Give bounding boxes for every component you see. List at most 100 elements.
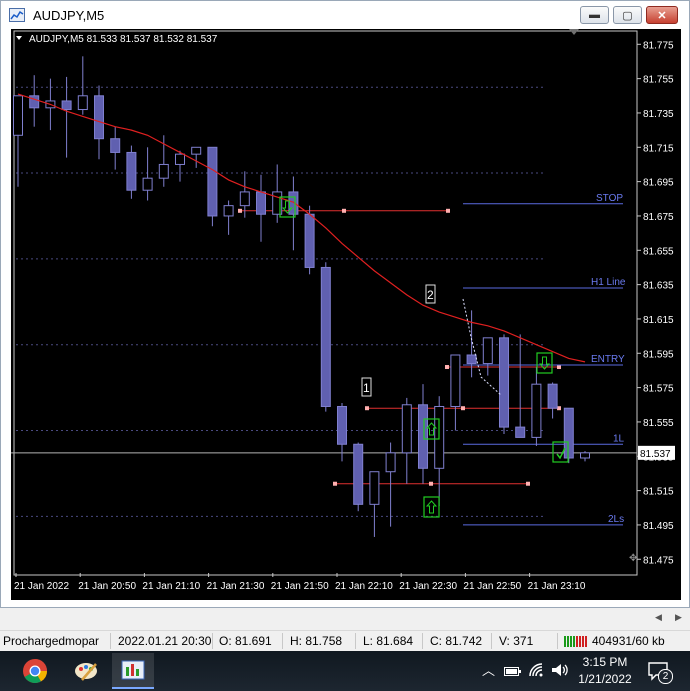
chart-background — [11, 29, 681, 600]
price-axis-label: 81.475 — [643, 555, 674, 566]
time-axis-label: 21 Jan 22:30 — [399, 581, 457, 592]
status-open: O: 81.691 — [219, 634, 272, 648]
status-volume: V: 371 — [499, 634, 534, 648]
bear-candle — [256, 191, 266, 215]
bear-candle — [288, 191, 299, 215]
bull-candle — [77, 95, 88, 111]
status-divider — [422, 633, 423, 649]
status-divider — [212, 633, 213, 649]
crosshair-icon: ✥ — [629, 553, 637, 564]
low-level-marker — [333, 481, 337, 486]
taskbar-metatrader[interactable] — [112, 653, 154, 689]
chart-window: AUDJPY,M5 ▬ ▢ ✕ 81.775 81.755 81.735 81.715… — [0, 0, 690, 608]
bull-candle — [223, 205, 234, 217]
time-axis-label: 21 Jan 21:10 — [142, 581, 200, 592]
price-axis-label: 81.655 — [643, 246, 674, 257]
clock-time: 3:15 PM — [582, 655, 628, 669]
price-axis-label: 81.635 — [643, 281, 674, 292]
time-axis-label: 21 Jan 23:10 — [528, 581, 586, 592]
bull-candle — [191, 146, 202, 155]
metatrader-icon — [121, 660, 145, 680]
bear-candle — [304, 213, 315, 268]
taskbar-chrome[interactable] — [14, 653, 56, 689]
show-hidden-icons-icon[interactable]: ︿ — [482, 660, 495, 679]
low-level-marker — [429, 481, 433, 486]
bear-candle — [320, 266, 331, 407]
time-axis-label: 21 Jan 22:50 — [463, 581, 521, 592]
maximize-button[interactable]: ▢ — [613, 6, 642, 24]
close-button[interactable]: ✕ — [646, 6, 678, 24]
battery-icon[interactable] — [504, 665, 522, 677]
bear-candle — [466, 354, 477, 365]
scroll-right-icon[interactable]: ▶ — [675, 612, 682, 623]
paint-icon — [75, 663, 97, 681]
wave-1-label: 1 — [363, 381, 370, 395]
low-level-marker — [526, 481, 530, 486]
bull-candle — [142, 177, 153, 191]
minimize-button[interactable]: ▬ — [580, 6, 609, 24]
entry-level-marker — [557, 365, 561, 370]
taskbar-paint[interactable] — [66, 653, 108, 689]
wave-2-label: 2 — [427, 288, 434, 302]
bear-candle — [337, 405, 347, 445]
bear-candle — [515, 426, 526, 438]
entry-line-label: ENTRY — [591, 354, 625, 365]
price-axis-label: 81.515 — [643, 487, 674, 498]
bear-candle — [563, 407, 574, 459]
clock-date: 1/21/2022 — [578, 672, 632, 686]
price-axis-label: 81.575 — [643, 384, 674, 395]
bear-candle — [207, 146, 218, 217]
system-clock[interactable]: 3:15 PM 1/21/2022 — [570, 654, 640, 688]
entry-level-marker — [445, 365, 449, 370]
status-profile: Prochargedmopar — [3, 634, 100, 648]
price-axis-label: 81.755 — [643, 75, 674, 86]
stop-level-marker — [342, 208, 346, 213]
status-divider — [355, 633, 356, 649]
price-axis-label: 81.715 — [643, 143, 674, 154]
bull-candle — [401, 404, 412, 454]
price-axis-label: 81.495 — [643, 521, 674, 532]
status-divider — [110, 633, 111, 649]
current-price-label: 81.537 — [640, 449, 671, 460]
bear-candle — [418, 404, 428, 469]
bull-candle — [158, 163, 169, 179]
time-axis-label: 21 Jan 20:50 — [78, 581, 136, 592]
time-axis-label: 21 Jan 2022 — [14, 581, 69, 592]
network-icon[interactable] — [528, 662, 546, 678]
chart-canvas[interactable]: 81.775 81.755 81.735 81.715 81.695 81.675 81.6… — [11, 29, 681, 600]
bull-candle — [239, 191, 250, 207]
bear-candle — [353, 443, 364, 505]
volume-icon[interactable] — [551, 663, 569, 677]
window-title: AUDJPY,M5 — [33, 8, 105, 23]
price-chart[interactable]: 81.775 81.755 81.735 81.715 81.695 81.675 81.6… — [11, 29, 681, 600]
target-level-marker — [461, 406, 465, 411]
bear-candle — [547, 383, 558, 409]
bear-candle — [110, 138, 121, 153]
bear-candle — [126, 151, 137, 191]
bull-candle — [450, 354, 461, 407]
price-axis-label: 81.675 — [643, 212, 674, 223]
l2-line-label: 2Ls — [608, 514, 624, 525]
taskbar: ︿ 3:15 PM 1/21/2022 2 — [0, 651, 690, 691]
stop-level-marker — [238, 208, 242, 213]
bull-candle — [369, 471, 380, 505]
bull-candle — [385, 452, 396, 473]
bear-candle — [94, 95, 104, 140]
connection-bars-icon[interactable] — [564, 635, 588, 648]
price-axis-label: 81.615 — [643, 315, 674, 326]
status-close: C: 81.742 — [430, 634, 483, 648]
horizontal-scrollbar[interactable]: ◀ ▶ — [0, 608, 690, 630]
price-axis-label: 81.775 — [643, 40, 674, 51]
status-bar: Prochargedmopar 2022.01.21 20:30 O: 81.6… — [0, 630, 690, 652]
status-low: L: 81.684 — [363, 634, 414, 648]
title-bar[interactable]: AUDJPY,M5 ▬ ▢ ✕ — [1, 1, 689, 29]
bull-candle — [482, 337, 493, 365]
h1-line-label: H1 Line — [591, 277, 626, 288]
status-datetime: 2022.01.21 20:30 — [118, 634, 212, 648]
chart-window-icon — [9, 8, 25, 22]
time-axis-label: 21 Jan 21:50 — [271, 581, 329, 592]
chrome-icon — [23, 659, 47, 684]
price-axis-label: 81.595 — [643, 349, 674, 360]
scroll-left-icon[interactable]: ◀ — [655, 612, 662, 623]
bull-candle — [580, 452, 590, 459]
